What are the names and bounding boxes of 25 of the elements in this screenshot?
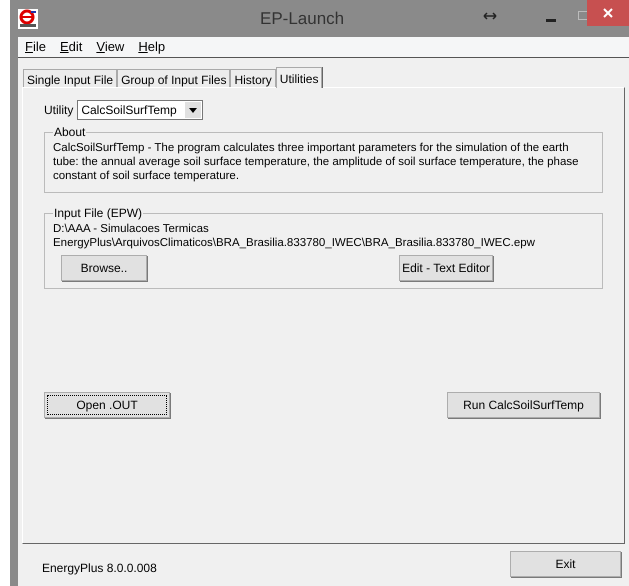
exit-button[interactable]: Exit bbox=[510, 551, 621, 577]
edit-button[interactable]: Edit - Text Editor bbox=[399, 255, 493, 281]
menu-item[interactable]: View bbox=[96, 37, 124, 57]
run-button[interactable]: Run CalcSoilSurfTemp bbox=[447, 392, 600, 418]
menu-item[interactable]: File bbox=[25, 37, 46, 57]
utility-label: Utility bbox=[44, 102, 74, 119]
about-title: About bbox=[53, 124, 86, 141]
file-path: D:\AAA - Simulacoes Termicas EnergyPlus\ArquivosClimaticos\BRA_Brasilia.833780_IWEC\BRA_Brasilia.833780_IWEC.epw bbox=[53, 222, 536, 250]
tab[interactable]: Utilities bbox=[276, 67, 322, 88]
tab[interactable]: Group of Input Files bbox=[117, 69, 230, 87]
browse-button[interactable]: Browse.. bbox=[61, 255, 147, 281]
window-title: EP-Launch bbox=[260, 8, 344, 30]
menu-item[interactable]: Help bbox=[138, 37, 166, 57]
open-out-button[interactable]: Open .OUT bbox=[44, 392, 170, 418]
tab[interactable]: History bbox=[230, 69, 276, 87]
close-button[interactable] bbox=[587, 0, 629, 26]
input-file-title: Input File (EPW) bbox=[53, 205, 144, 222]
about-text: CalcSoilSurfTemp - The program calculates three important parameters for the simulation of the earth tube: the annual average soil surface temperature, the amplitude of soil surface temperature, the phase constant of soil surface temperature. bbox=[53, 141, 580, 183]
resize-arrows-icon bbox=[483, 12, 497, 20]
app-logo-icon bbox=[18, 8, 38, 28]
menu-item[interactable]: Edit bbox=[60, 37, 82, 57]
tab[interactable]: Single Input File bbox=[23, 69, 118, 87]
version-text: EnergyPlus 8.0.0.008 bbox=[42, 560, 157, 577]
close-icon bbox=[603, 8, 613, 18]
utility-dropdown[interactable]: CalcSoilSurfTemp bbox=[77, 100, 204, 120]
